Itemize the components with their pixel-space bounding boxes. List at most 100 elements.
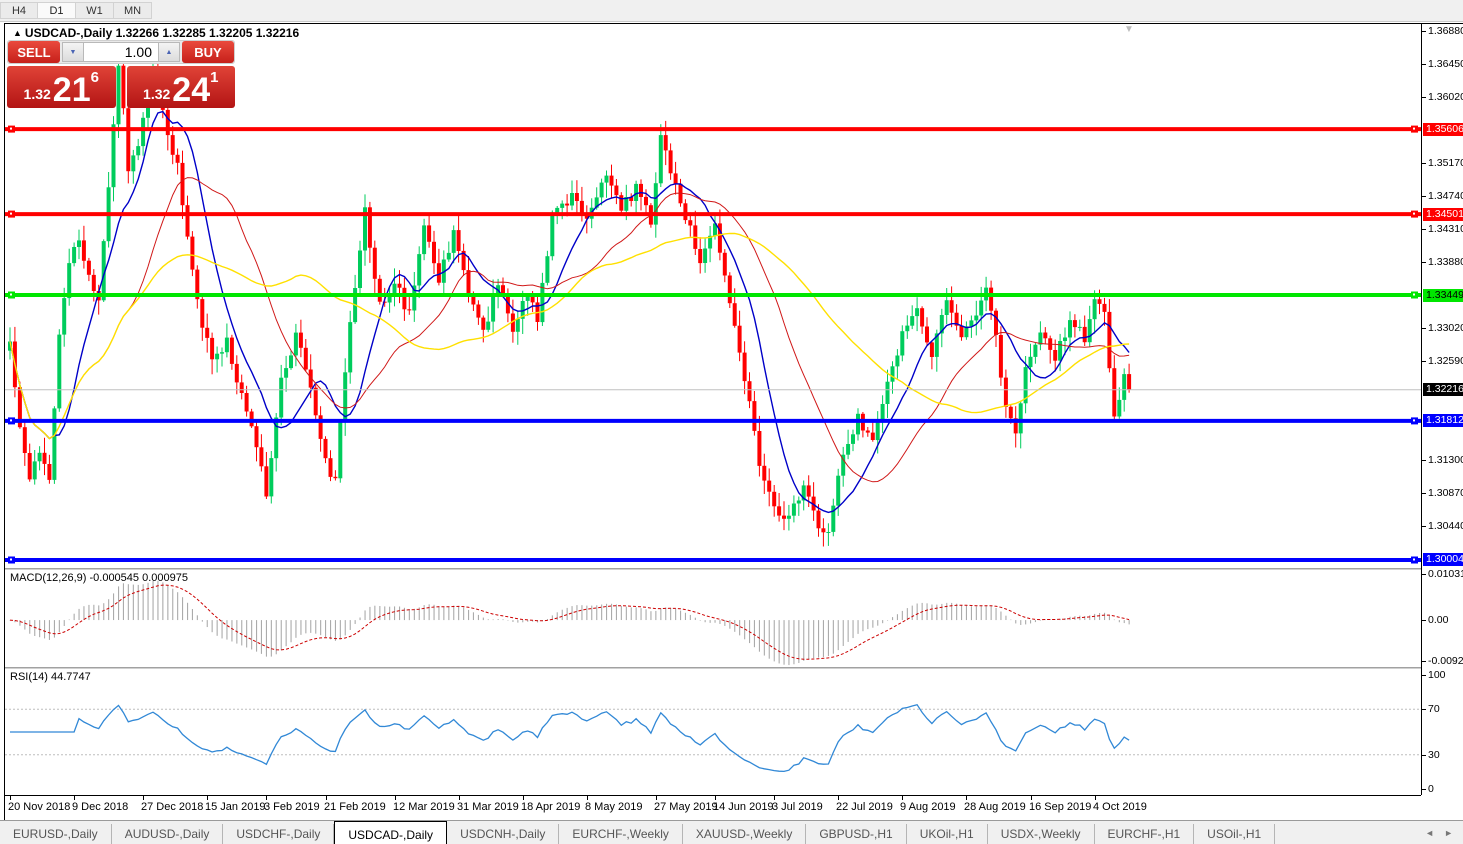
chart-tab-eurchf-h1[interactable]: EURCHF-,H1 xyxy=(1095,824,1195,844)
macd-tick xyxy=(1422,620,1426,621)
chart-quote-values: 1.32266 1.32285 1.32205 1.32216 xyxy=(115,26,300,40)
chart-tab-ukoil-h1[interactable]: UKOil-,H1 xyxy=(907,824,988,844)
main-chart-panel[interactable]: ▲ USDCAD-,Daily 1.32266 1.32285 1.32205 1… xyxy=(5,24,1421,568)
volume-increase-button[interactable]: ▲ xyxy=(158,42,180,62)
date-axis[interactable]: 20 Nov 2018 9 Dec 2018 27 Dec 2018 15 Jan 2… xyxy=(5,795,1421,819)
price-tick xyxy=(1422,460,1426,461)
price-tick xyxy=(1422,229,1426,230)
date-tick-label: 15 Jan 2019 xyxy=(205,801,266,813)
date-tick xyxy=(326,796,327,800)
date-tick-label: 12 Mar 2019 xyxy=(393,801,455,813)
date-tick-label: 21 Feb 2019 xyxy=(324,801,386,813)
price-axis[interactable]: 1.36880 1.36450 1.36020 1.35170 1.34740 1.343… xyxy=(1421,24,1463,795)
date-tick-label: 3 Feb 2019 xyxy=(264,801,320,813)
date-tick xyxy=(207,796,208,800)
timeframe-button-w1[interactable]: W1 xyxy=(76,2,114,19)
timeframe-button-h4[interactable]: H4 xyxy=(0,2,38,19)
price-tick-label: 1.30870 xyxy=(1428,487,1463,499)
chart-tab-eurusd-daily[interactable]: EURUSD-,Daily xyxy=(0,824,112,844)
price-tick xyxy=(1422,328,1426,329)
date-tick-label: 22 Jul 2019 xyxy=(836,801,893,813)
timeframe-button-d1[interactable]: D1 xyxy=(38,2,76,19)
hline-price-badge: 1.35606 xyxy=(1423,123,1463,136)
volume-decrease-button[interactable]: ▼ xyxy=(62,42,84,62)
date-tick xyxy=(10,796,11,800)
chart-tab-usdchf-daily[interactable]: USDCHF-,Daily xyxy=(223,824,335,844)
chart-tab-usdx-weekly[interactable]: USDX-,Weekly xyxy=(988,824,1095,844)
macd-tick xyxy=(1422,574,1426,575)
date-tick-label: 14 Jun 2019 xyxy=(713,801,774,813)
chart-tab-gbpusd-h1[interactable]: GBPUSD-,H1 xyxy=(806,824,907,844)
timeframe-toolbar: H4 D1 W1 MN xyxy=(0,0,1463,22)
date-tick xyxy=(266,796,267,800)
chart-shift-marker-icon[interactable]: ▼ xyxy=(1124,24,1134,35)
date-tick xyxy=(774,796,775,800)
bid-price-prefix: 1.32 xyxy=(23,86,51,102)
chart-tab-usdcad-daily[interactable]: USDCAD-,Daily xyxy=(334,821,448,844)
price-tick-label: 1.35170 xyxy=(1428,157,1463,169)
chart-tab-usoil-h1[interactable]: USOil-,H1 xyxy=(1194,824,1276,844)
date-tick-label: 20 Nov 2018 xyxy=(8,801,71,813)
rsi-tick-label: 100 xyxy=(1428,669,1446,681)
rsi-panel[interactable]: RSI(14) 44.7747 xyxy=(5,669,1421,795)
chart-title: ▲ USDCAD-,Daily 1.32266 1.32285 1.32205 1… xyxy=(13,26,299,40)
rsi-tick-label: 0 xyxy=(1428,783,1434,795)
date-tick-label: 4 Oct 2019 xyxy=(1093,801,1147,813)
sell-price-button[interactable]: 1.32 21 6 xyxy=(7,66,116,108)
price-tick-label: 1.33880 xyxy=(1428,256,1463,268)
hline-price-badge: 1.33449 xyxy=(1423,289,1463,302)
date-tick xyxy=(656,796,657,800)
buy-button[interactable]: BUY xyxy=(182,41,234,63)
sell-button[interactable]: SELL xyxy=(8,41,60,63)
date-tick-label: 9 Aug 2019 xyxy=(900,801,956,813)
date-tick xyxy=(74,796,75,800)
macd-tick-label: 0.010311 xyxy=(1428,568,1463,580)
bid-price-pip: 6 xyxy=(90,69,99,86)
date-tick-label: 8 May 2019 xyxy=(585,801,643,813)
current-price-badge: 1.32216 xyxy=(1423,383,1463,396)
rsi-tick xyxy=(1422,789,1426,790)
rsi-chart xyxy=(5,703,1421,773)
rsi-tick xyxy=(1422,755,1426,756)
chart-tab-audusd-daily[interactable]: AUDUSD-,Daily xyxy=(112,824,224,844)
volume-input[interactable]: 1.00 xyxy=(84,42,158,62)
price-tick xyxy=(1422,526,1426,527)
price-tick xyxy=(1422,97,1426,98)
rsi-tick xyxy=(1422,675,1426,676)
price-tick xyxy=(1422,262,1426,263)
macd-tick xyxy=(1422,661,1426,662)
date-tick-label: 9 Dec 2018 xyxy=(72,801,129,813)
chart-tab-usdcnh-daily[interactable]: USDCNH-,Daily xyxy=(447,824,560,844)
date-tick-label: 3 Jul 2019 xyxy=(772,801,823,813)
tab-scroll-arrows: ◄ ► xyxy=(1415,821,1463,844)
hline-price-badge: 1.34501 xyxy=(1423,208,1463,221)
hline-price-badge: 1.30004 xyxy=(1423,553,1463,566)
date-tick xyxy=(1095,796,1096,800)
date-tick xyxy=(523,796,524,800)
price-tick-label: 1.36880 xyxy=(1428,25,1463,37)
buy-price-button[interactable]: 1.32 24 1 xyxy=(126,66,235,109)
date-tick-label: 27 May 2019 xyxy=(654,801,718,813)
tab-scroll-right-icon[interactable]: ► xyxy=(1444,828,1453,838)
tab-scroll-left-icon[interactable]: ◄ xyxy=(1425,828,1434,838)
price-tick-label: 1.31300 xyxy=(1428,454,1463,466)
ask-price-pip: 1 xyxy=(210,69,219,86)
one-click-trading-panel: SELL ▼ 1.00 ▲ BUY 1.32 21 6 1.32 24 1 xyxy=(7,40,235,108)
timeframe-button-mn[interactable]: MN xyxy=(114,2,152,19)
tab-spacer xyxy=(1275,824,1415,844)
macd-label: MACD(12,26,9) -0.000545 0.000975 xyxy=(10,572,188,584)
triangle-down-icon: ▼ xyxy=(69,48,77,56)
price-tick-label: 1.32590 xyxy=(1428,355,1463,367)
ask-price-prefix: 1.32 xyxy=(143,86,171,102)
chart-window: ▲ USDCAD-,Daily 1.32266 1.32285 1.32205 1… xyxy=(4,23,1463,821)
date-tick xyxy=(1031,796,1032,800)
ask-price-big: 24 xyxy=(172,71,211,109)
date-tick xyxy=(966,796,967,800)
volume-spinner: ▼ 1.00 ▲ xyxy=(62,42,180,62)
chart-tab-xauusd-weekly[interactable]: XAUUSD-,Weekly xyxy=(683,824,807,844)
chart-tab-eurchf-weekly[interactable]: EURCHF-,Weekly xyxy=(559,824,683,844)
date-tick xyxy=(587,796,588,800)
price-tick xyxy=(1422,31,1426,32)
macd-panel[interactable]: MACD(12,26,9) -0.000545 0.000975 xyxy=(5,570,1421,667)
price-tick xyxy=(1422,361,1426,362)
